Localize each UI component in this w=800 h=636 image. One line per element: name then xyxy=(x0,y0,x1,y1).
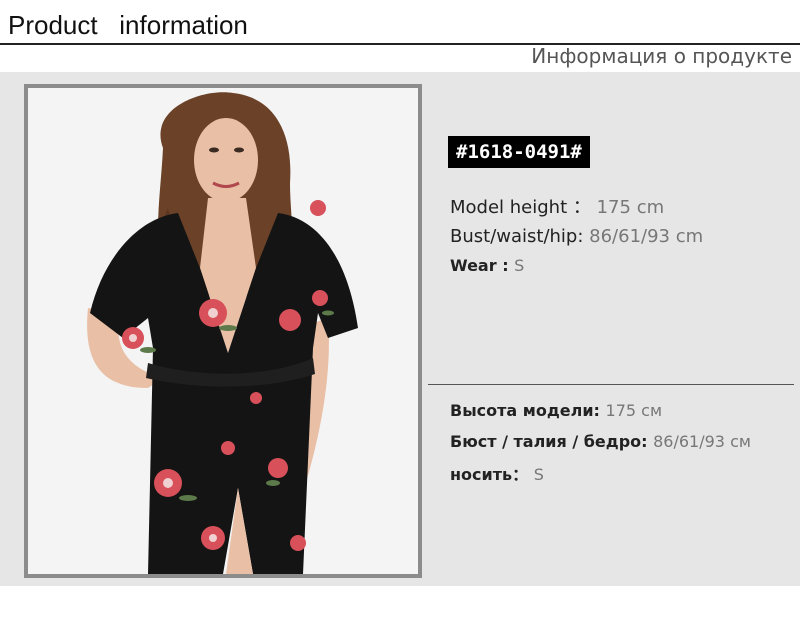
spec-value: 86/61/93 cm xyxy=(589,226,704,247)
product-photo-frame xyxy=(24,84,422,578)
product-sku-badge: #1618-0491# xyxy=(448,136,590,168)
spec-value: S xyxy=(514,256,525,275)
spec-label: Бюст / талия / бедро: xyxy=(450,432,648,451)
product-photo xyxy=(28,88,418,574)
spec-label: Model height ： xyxy=(450,197,591,218)
spec-label: носить： xyxy=(450,465,529,484)
model-illustration xyxy=(28,88,418,574)
spec-value: 175 cm xyxy=(596,197,665,218)
spec-model-height: Model height ： 175 cm xyxy=(450,193,664,219)
spec-label: Bust/waist/hip: xyxy=(450,226,584,247)
spec-value: 175 см xyxy=(605,401,663,420)
spec-measurements-ru: Бюст / талия / бедро: 86/61/93 см xyxy=(450,432,751,451)
page-subtitle-ru: Информация о продукте xyxy=(531,44,792,68)
spec-label: Высота модели: xyxy=(450,401,600,420)
spec-wear-size: Wear : S xyxy=(450,256,524,275)
spec-wear-size-ru: носить： S xyxy=(450,461,544,485)
spec-model-height-ru: Высота модели: 175 см xyxy=(450,401,662,420)
spec-value: 86/61/93 см xyxy=(653,432,751,451)
section-divider xyxy=(428,384,794,385)
spec-label: Wear : xyxy=(450,256,509,275)
spec-value: S xyxy=(533,465,544,484)
spec-measurements: Bust/waist/hip: 86/61/93 cm xyxy=(450,226,703,247)
page-title: Product information xyxy=(8,10,248,40)
